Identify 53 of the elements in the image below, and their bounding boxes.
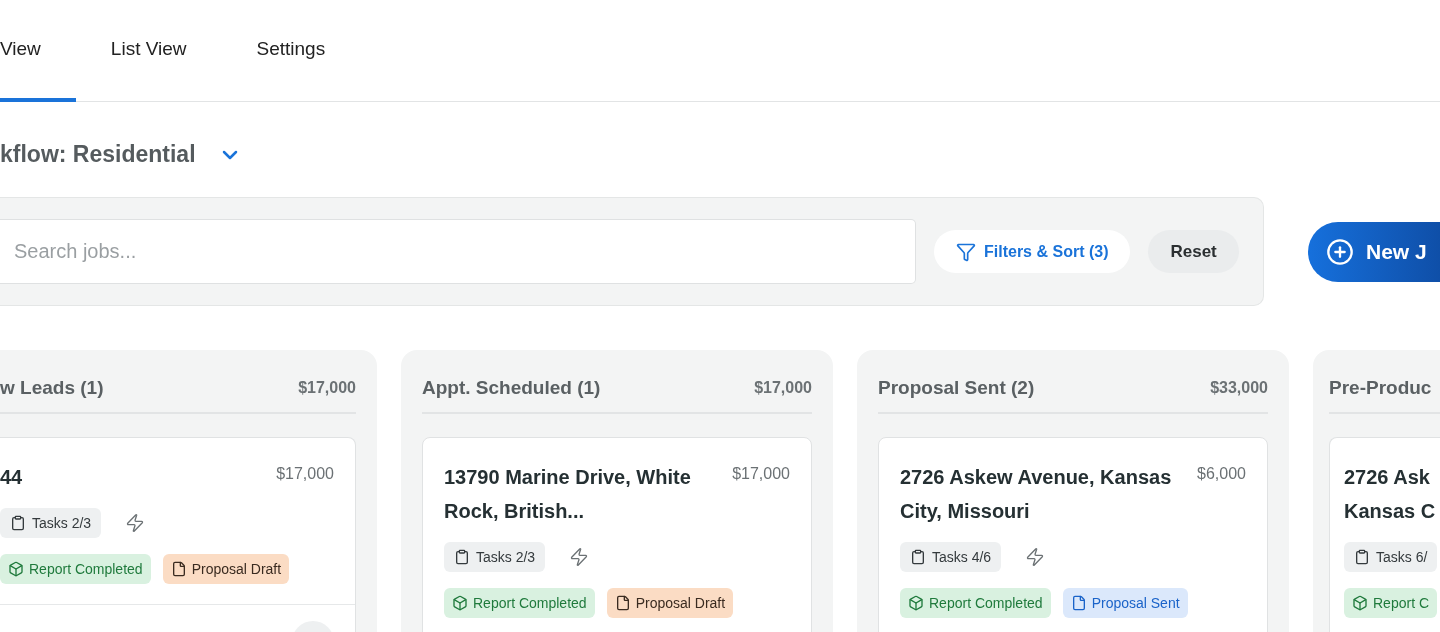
clipboard-icon xyxy=(454,549,470,565)
status-tag: Report Completed xyxy=(444,588,595,618)
job-card[interactable]: 13790 Marine Drive, White Rock, British... $17,000 Tasks 2/3 Report Completed Proposal Draft xyxy=(422,437,812,632)
job-card[interactable]: 44 $17,000 Tasks 2/3 Report Completed Proposal Draft xyxy=(0,437,356,632)
job-address: 13790 Marine Drive, White Rock, British... xyxy=(444,465,692,524)
reset-button[interactable]: Reset xyxy=(1148,230,1239,273)
lightning-icon[interactable] xyxy=(569,547,590,567)
filters-sort-button[interactable]: Filters & Sort (3) xyxy=(934,230,1131,273)
new-job-button[interactable]: New J xyxy=(1308,221,1440,282)
document-icon xyxy=(1070,595,1087,611)
status-tag: Report Completed xyxy=(0,554,151,584)
search-field[interactable]: Search jobs... xyxy=(0,219,916,284)
lightning-icon[interactable] xyxy=(1025,547,1046,567)
view-tab[interactable]: View xyxy=(0,0,76,102)
status-tag: Report C xyxy=(1344,588,1438,618)
status-tag: Proposal Sent xyxy=(1062,588,1188,618)
workflow-title: kflow: Residential xyxy=(0,141,196,168)
job-address: 44 xyxy=(0,465,23,490)
clipboard-icon xyxy=(1354,549,1370,565)
tasks-chip: Tasks 2/3 xyxy=(0,508,102,538)
job-card[interactable]: 2726 Askew Avenue, Kansas City, Missouri $6,000 Tasks 4/6 Report Completed Proposal Sent xyxy=(878,437,1268,632)
job-card[interactable]: 2726 Ask Kansas C Tasks 6/ Report C xyxy=(1329,437,1440,632)
tasks-chip: Tasks 6/ xyxy=(1344,542,1438,572)
column-title: w Leads (1) xyxy=(0,376,104,399)
status-tag: Report Completed xyxy=(900,588,1051,618)
cube-icon xyxy=(452,595,468,611)
column-title: Pre-Produc xyxy=(1329,376,1432,399)
cube-icon xyxy=(1352,595,1368,611)
document-icon xyxy=(614,595,631,611)
clipboard-icon xyxy=(910,549,926,565)
status-tag: Proposal Draft xyxy=(162,554,290,584)
column-total: $33,000 xyxy=(1210,378,1268,397)
clipboard-icon xyxy=(10,515,26,531)
tasks-chip: Tasks 4/6 xyxy=(900,542,1002,572)
filter-icon xyxy=(956,241,976,262)
column-title: Appt. Scheduled (1) xyxy=(422,376,601,399)
job-amount: $17,000 xyxy=(276,464,334,484)
job-amount: $17,000 xyxy=(732,464,790,484)
status-tag: Proposal Draft xyxy=(606,588,734,618)
document-icon xyxy=(170,561,187,577)
plus-circle-icon xyxy=(1326,237,1354,266)
column-total: $17,000 xyxy=(298,378,356,397)
cube-icon xyxy=(8,561,24,577)
column-total: $17,000 xyxy=(754,378,812,397)
lightning-icon[interactable] xyxy=(125,513,146,533)
cube-icon xyxy=(908,595,924,611)
job-address: 2726 Ask Kansas C xyxy=(1344,465,1437,524)
job-address: 2726 Askew Avenue, Kansas City, Missouri xyxy=(900,465,1173,524)
tasks-chip: Tasks 2/3 xyxy=(444,542,546,572)
column-title: Proposal Sent (2) xyxy=(878,376,1035,399)
job-amount: $6,000 xyxy=(1197,464,1246,484)
view-tab[interactable]: Settings xyxy=(221,0,361,102)
view-tab[interactable]: List View xyxy=(75,0,222,102)
